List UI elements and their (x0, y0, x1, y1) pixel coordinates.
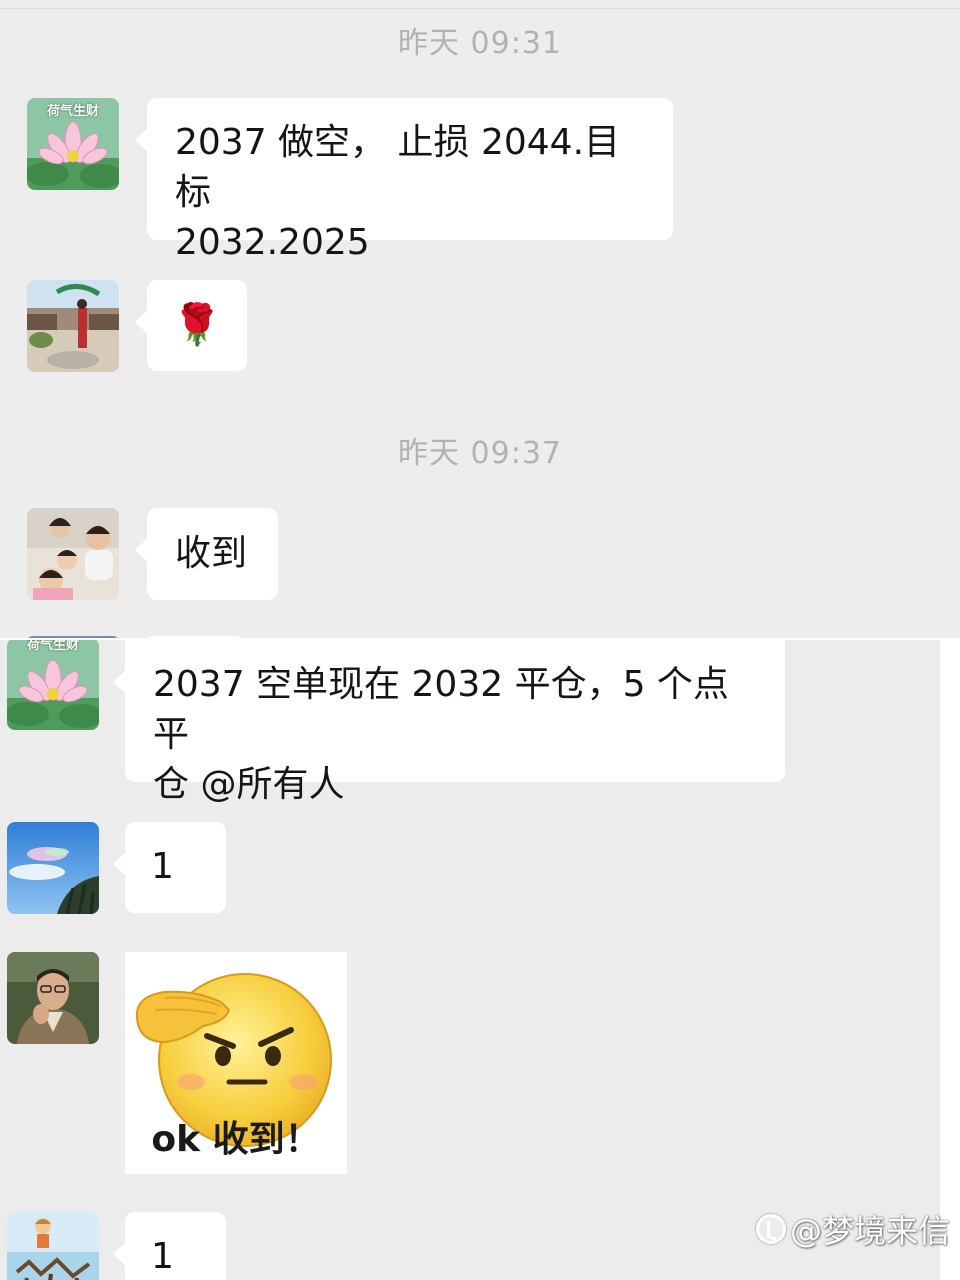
message-bubble[interactable]: 2037 空单现在 2032 平仓，5 个点平 仓 @所有人 (113, 640, 785, 805)
chat-screen-first: 昨天 09:31 荷气生财 2037 做空， 止损 2044.目标 2032.2… (0, 0, 960, 640)
chat-screen-second: 荷气生财 2037 空单现在 2032 平仓，5 个点平 仓 @所有人 1 ok… (0, 640, 940, 1280)
salute-emoji-sticker[interactable]: ok 收到！ (125, 952, 347, 1174)
message-text-line: 2037 做空， 止损 2044.目标 (175, 122, 621, 213)
message-bubble[interactable]: 🌹 (135, 280, 247, 371)
rose-emoji: 🌹 (172, 302, 222, 348)
message-bubble[interactable]: 2037 做空， 止损 2044.目标 2032.2025 (135, 98, 673, 263)
lotus-avatar[interactable]: 荷气生财 (7, 640, 99, 730)
message-bubble[interactable]: 1 (113, 1212, 226, 1280)
message-text-line: 2037 空单现在 2032 平仓，5 个点平 (153, 664, 729, 755)
message-text-line: 1 (151, 846, 174, 887)
message-bubble[interactable]: 1 (113, 822, 226, 913)
platform-logo-icon (755, 1214, 786, 1244)
watermark: @梦境来信 (755, 1206, 950, 1252)
family-photo-avatar[interactable] (27, 508, 119, 600)
message-bubble[interactable]: 收到 (135, 508, 278, 600)
watermark-text: @梦境来信 (789, 1212, 950, 1250)
margin-strip (940, 640, 960, 1280)
outdoor-photo-avatar[interactable] (27, 280, 119, 372)
cartoon-avatar[interactable] (7, 1212, 99, 1280)
lotus-avatar[interactable]: 荷气生财 (27, 98, 119, 190)
sky-photo-avatar[interactable] (7, 822, 99, 914)
man-portrait-avatar[interactable] (7, 952, 99, 1044)
avatar-caption: 荷气生财 (26, 640, 79, 653)
timestamp: 昨天 09:37 (398, 436, 562, 471)
message-text-line: 2032.2025 (175, 222, 370, 263)
divider (0, 8, 960, 9)
sticker-caption: ok 收到！ (151, 1119, 321, 1160)
message-text-line: 收到 (175, 533, 248, 574)
avatar-caption: 荷气生财 (46, 104, 99, 119)
message-text-line: 仓 @所有人 (153, 764, 345, 805)
timestamp: 昨天 09:31 (398, 26, 562, 61)
message-text-line: 1 (151, 1236, 174, 1277)
